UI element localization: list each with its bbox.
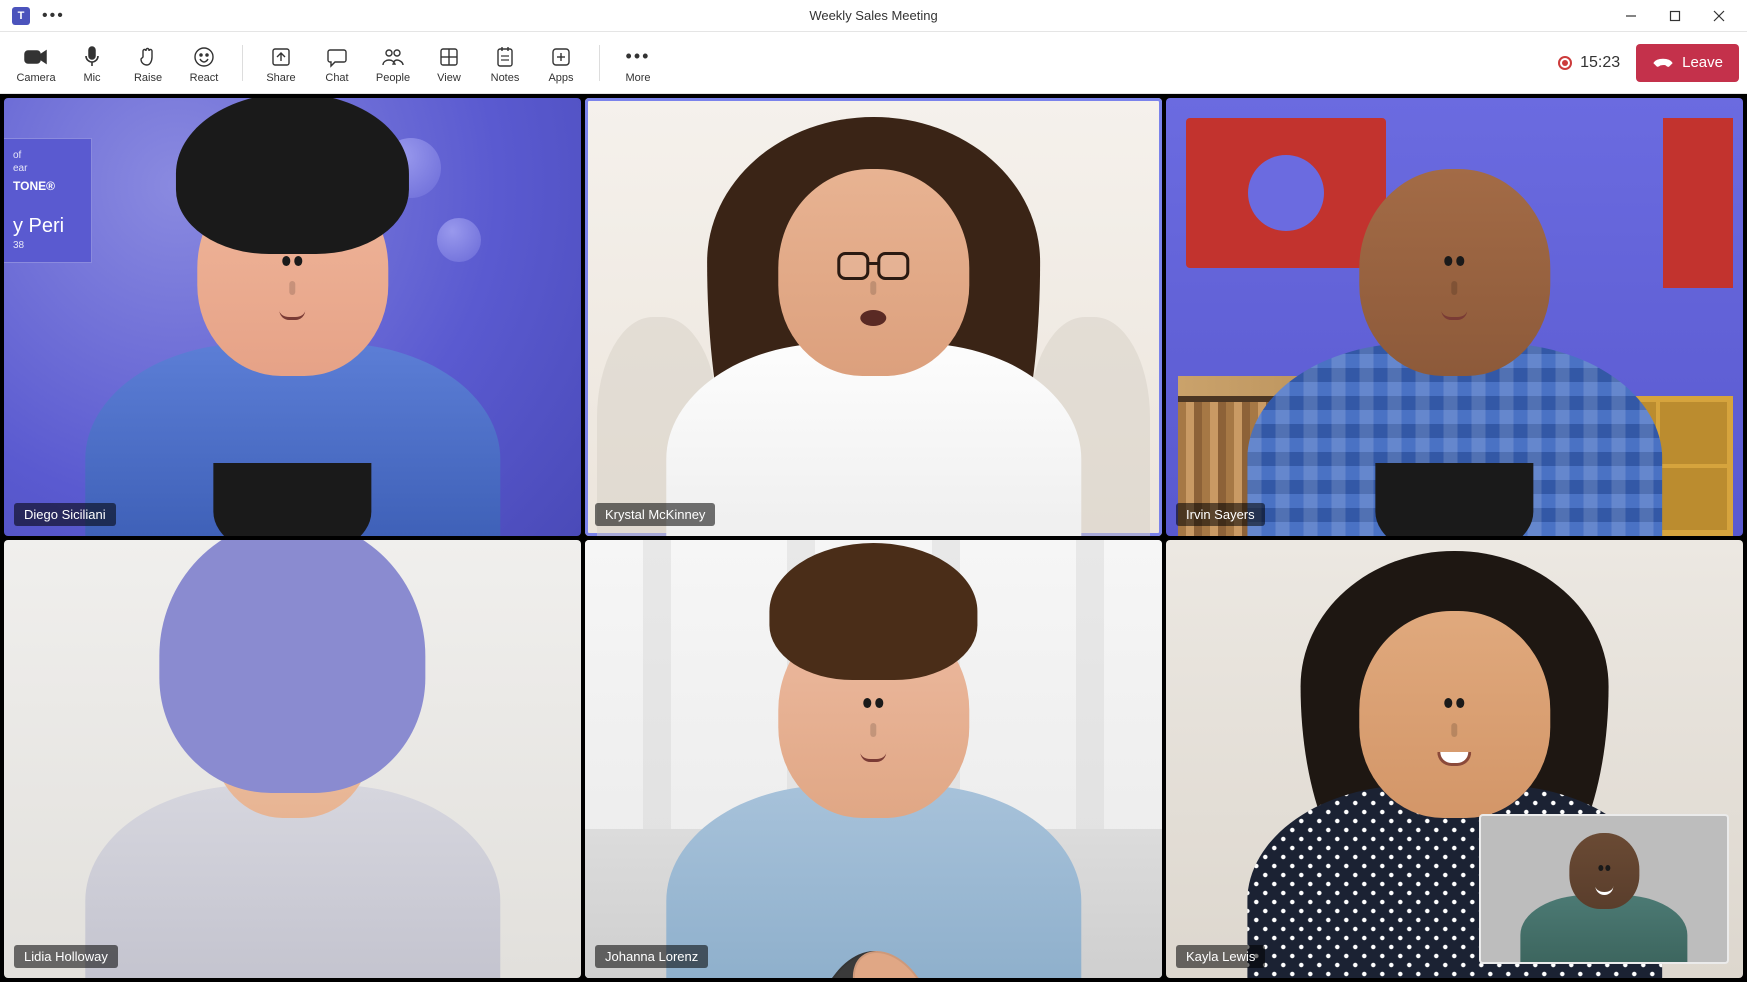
camera-icon [24,46,48,68]
notes-label: Notes [491,72,520,84]
camera-button[interactable]: Camera [8,42,64,84]
mic-icon [83,46,101,68]
participant-tile[interactable]: Lidia Holloway [4,540,581,978]
avatar [85,575,500,978]
separator [242,45,243,81]
participant-name: Lidia Holloway [14,945,118,968]
apps-button[interactable]: Apps [533,42,589,84]
people-button[interactable]: People [365,42,421,84]
react-icon [193,46,215,68]
participant-name: Johanna Lorenz [595,945,708,968]
apps-label: Apps [548,72,573,84]
titlebar: T ••• Weekly Sales Meeting [0,0,1747,32]
self-view[interactable] [1479,814,1729,964]
minimize-button[interactable] [1611,2,1651,30]
leave-button[interactable]: Leave [1636,44,1739,82]
video-grid: ofear TONE® y Peri 38 Diego Siciliani [0,94,1747,982]
avatar [85,133,500,536]
people-label: People [376,72,410,84]
more-icon: ••• [626,46,651,68]
react-label: React [190,72,219,84]
mic-button[interactable]: Mic [64,42,120,84]
view-label: View [437,72,461,84]
avatar [666,575,1081,978]
raise-hand-button[interactable]: Raise [120,42,176,84]
raise-hand-icon [138,46,158,68]
chat-icon [326,46,348,68]
participant-name: Irvin Sayers [1176,503,1265,526]
share-button[interactable]: Share [253,42,309,84]
camera-label: Camera [16,72,55,84]
teams-logo-icon: T [12,7,30,25]
view-icon [439,46,459,68]
maximize-button[interactable] [1655,2,1695,30]
view-button[interactable]: View [421,42,477,84]
people-icon [381,46,405,68]
notes-button[interactable]: Notes [477,42,533,84]
pantone-card: ofear TONE® y Peri 38 [4,138,92,263]
participant-name: Krystal McKinney [595,503,715,526]
participant-tile[interactable]: Kayla Lewis [1166,540,1743,978]
participant-tile[interactable]: ofear TONE® y Peri 38 Diego Siciliani [4,98,581,536]
recording-indicator: 15:23 [1558,54,1620,72]
leave-label: Leave [1682,54,1723,71]
participant-name: Kayla Lewis [1176,945,1265,968]
participant-tile[interactable]: Irvin Sayers [1166,98,1743,536]
separator [599,45,600,81]
mic-label: Mic [83,72,100,84]
recording-icon [1558,56,1572,70]
avatar [666,133,1081,536]
avatar [1247,133,1662,536]
meeting-toolbar: Camera Mic Raise React Share [0,32,1747,94]
hangup-icon [1652,54,1674,72]
avatar [1520,823,1687,962]
more-label: More [625,72,650,84]
chat-label: Chat [325,72,348,84]
meeting-duration: 15:23 [1580,54,1620,72]
more-options-icon[interactable]: ••• [42,7,65,25]
raise-label: Raise [134,72,162,84]
chat-button[interactable]: Chat [309,42,365,84]
more-button[interactable]: ••• More [610,42,666,84]
share-label: Share [266,72,295,84]
participant-tile[interactable]: Johanna Lorenz [585,540,1162,978]
react-button[interactable]: React [176,42,232,84]
participant-name: Diego Siciliani [14,503,116,526]
close-button[interactable] [1699,2,1739,30]
background-decor [1663,118,1733,288]
share-icon [270,46,292,68]
apps-icon [551,46,571,68]
participant-tile[interactable]: Krystal McKinney [585,98,1162,536]
window-title: Weekly Sales Meeting [809,8,937,23]
notes-icon [495,46,515,68]
